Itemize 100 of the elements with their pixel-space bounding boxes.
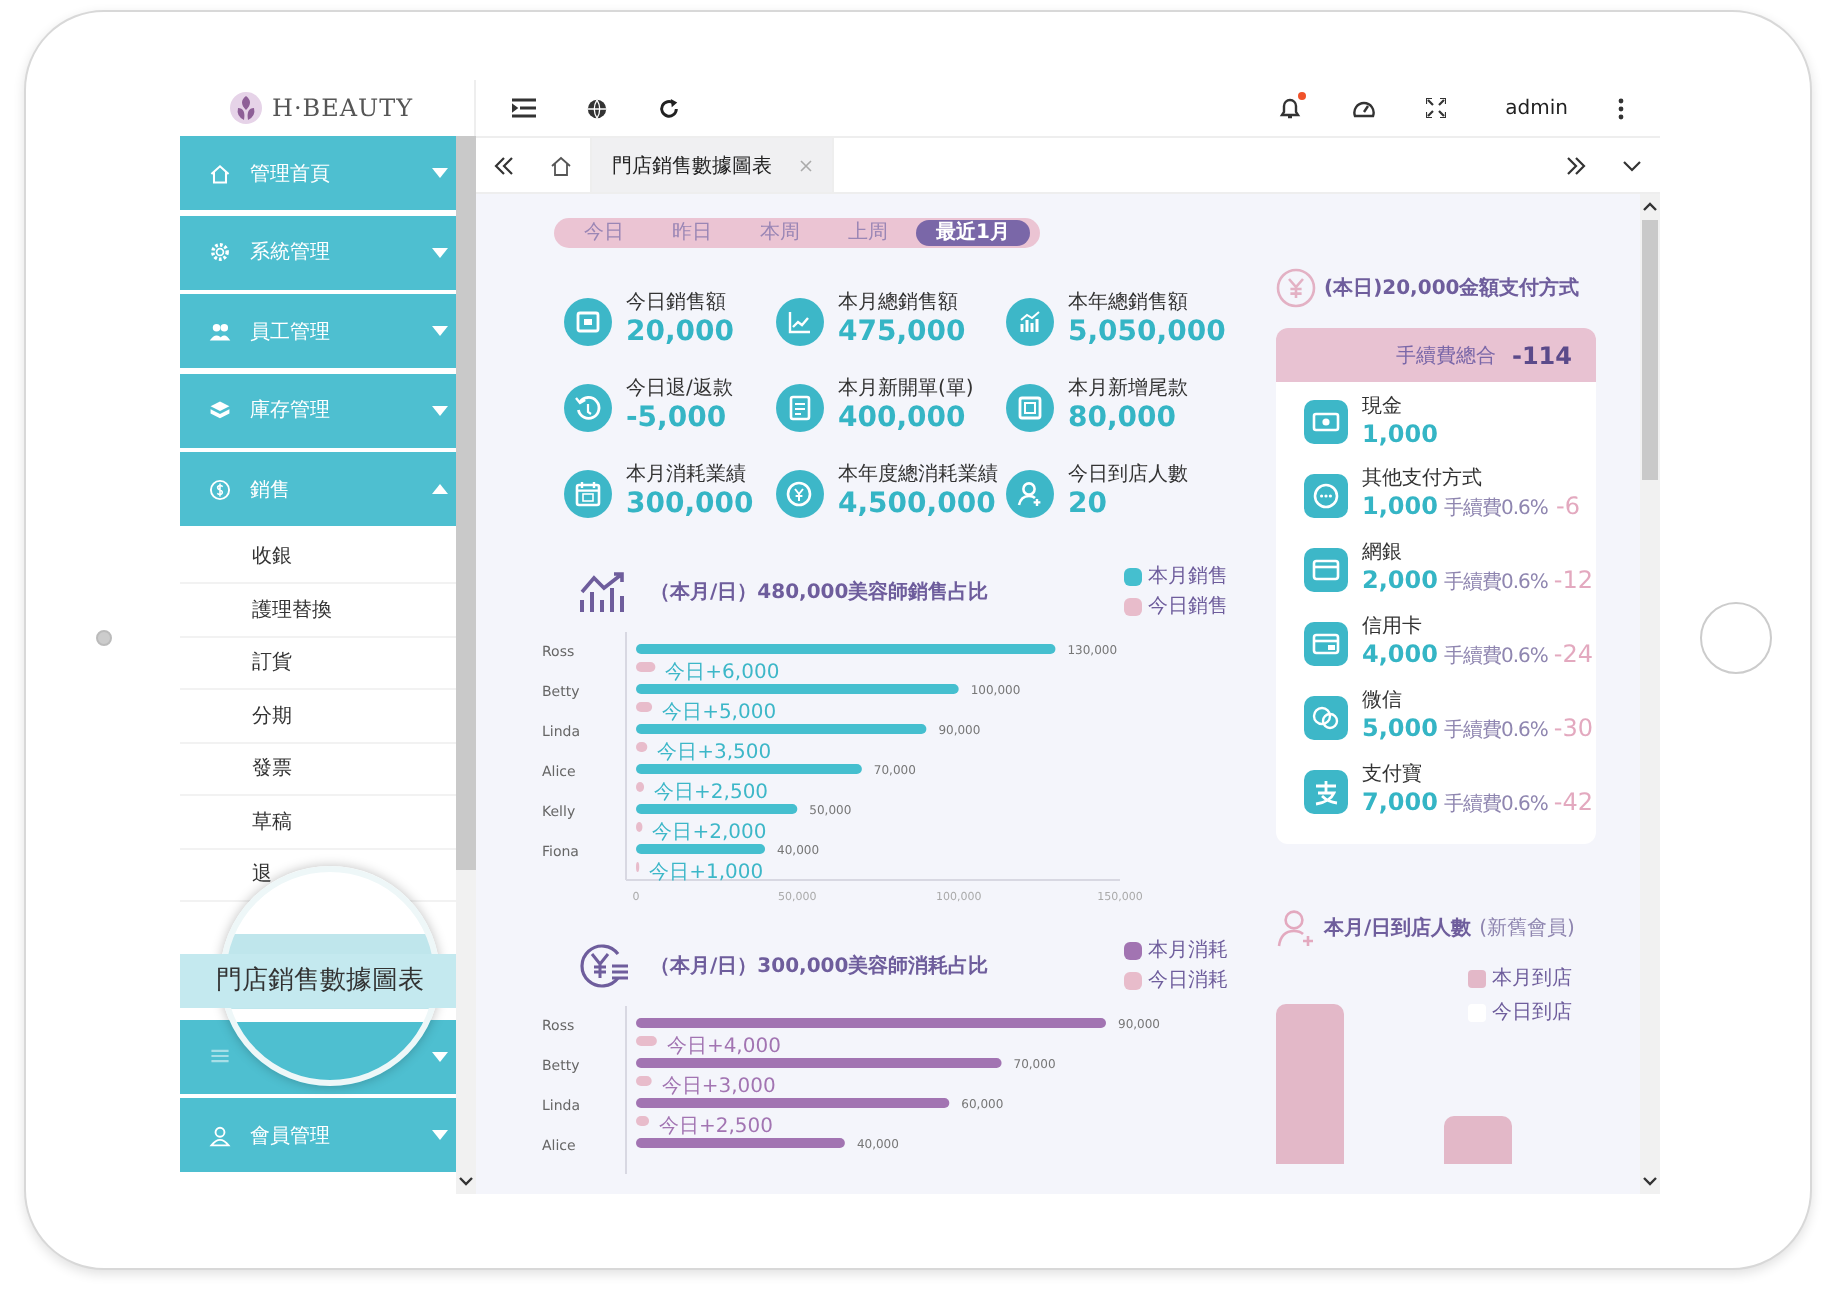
- home-icon[interactable]: [550, 155, 572, 175]
- frame-icon: [1006, 383, 1054, 431]
- coin-icon: [776, 469, 824, 517]
- payment-method-label: 信用卡: [1362, 616, 1424, 640]
- user-icon: [208, 1121, 232, 1149]
- bar: [636, 822, 643, 832]
- line-chart-icon: [776, 297, 824, 345]
- payment-amount: 4,000: [1362, 640, 1438, 668]
- scroll-down-icon[interactable]: [1642, 1176, 1658, 1188]
- chart-title: （本月/日）480,000美容師銷售占比: [650, 578, 989, 605]
- fee-amount: -24: [1553, 640, 1593, 668]
- fee-rate-label: 手續費0.6%: [1443, 495, 1548, 522]
- logo-text: H·BEAUTY: [272, 94, 414, 122]
- value-label: 今日+5,000: [662, 702, 777, 724]
- globe-icon[interactable]: [586, 97, 608, 119]
- scrollbar[interactable]: [1640, 194, 1660, 1194]
- payment-amount: 2,000: [1362, 566, 1438, 594]
- user-add-icon: [1276, 908, 1316, 948]
- gauge-icon[interactable]: [1351, 97, 1376, 119]
- calendar-icon: [564, 469, 612, 517]
- value-label: 今日+1,000: [649, 862, 764, 884]
- yen-circle-icon: [1276, 268, 1316, 308]
- bar: [636, 662, 656, 672]
- fee-amount: -12: [1553, 566, 1593, 594]
- scrollbar[interactable]: [456, 136, 476, 1194]
- section-title: 本月/日到店人數: [1324, 914, 1472, 942]
- bar: [636, 1076, 652, 1086]
- fee-rate-label: 手續費0.6%: [1443, 569, 1548, 596]
- scrollbar-thumb[interactable]: [1642, 220, 1658, 480]
- stat-label: 本月新增尾款: [1068, 378, 1188, 402]
- value-label: 今日+3,500: [657, 742, 772, 764]
- cash-icon: [1304, 400, 1348, 444]
- scroll-up-icon[interactable]: [1642, 200, 1658, 212]
- stat-value: 20: [1068, 488, 1109, 522]
- refresh-icon[interactable]: [658, 97, 680, 119]
- stat-label: 今日銷售額: [626, 292, 728, 316]
- bar: [636, 1116, 650, 1126]
- fee-total-value: -114: [1511, 341, 1572, 369]
- cash-icon: [564, 297, 612, 345]
- coin-icon: [208, 475, 232, 503]
- section-title: (本日)20,000金額支付方式: [1324, 274, 1580, 302]
- chart-title: （本月/日）300,000美容師消耗占比: [650, 952, 989, 979]
- scrollbar-thumb[interactable]: [456, 136, 476, 870]
- refund-icon: [564, 383, 612, 431]
- chevron-down-icon[interactable]: [1622, 159, 1642, 171]
- more-icon[interactable]: [1618, 97, 1624, 119]
- flower-logo-icon: [228, 90, 264, 126]
- user-name[interactable]: admin: [1505, 97, 1568, 119]
- stat-label: 本年總銷售額: [1068, 292, 1190, 316]
- payment-amount: 1,000: [1362, 492, 1438, 520]
- scroll-down-icon[interactable]: [458, 1176, 474, 1188]
- fee-amount: -30: [1553, 714, 1593, 742]
- legend-label: 本月銷售: [1148, 563, 1228, 590]
- fullscreen-icon[interactable]: [1425, 98, 1446, 118]
- payment-method-label: 現金: [1362, 396, 1404, 420]
- double-chevron-left-icon[interactable]: [494, 155, 514, 175]
- chat-bubble-icon: [1304, 473, 1348, 517]
- payment-method-label: 支付寶: [1362, 764, 1424, 788]
- stat-value: 80,000: [1068, 402, 1179, 436]
- stat-label: 今日退/返款: [626, 378, 733, 402]
- fee-total-label: 手續費總合: [1395, 343, 1496, 369]
- menu-icon[interactable]: [512, 98, 536, 118]
- value-label: 今日+6,000: [665, 662, 780, 684]
- legend-label: 今日到店: [1492, 999, 1572, 1026]
- bar-chart-icon: [1006, 297, 1054, 345]
- yen-list-icon: [578, 941, 630, 989]
- stat-label: 本年度總消耗業績: [838, 464, 998, 488]
- date-range-option[interactable]: 最近1月: [916, 220, 1030, 246]
- payment-method-label: 其他支付方式: [1362, 468, 1484, 492]
- selected-subitem[interactable]: 門店銷售數據圖表: [180, 954, 456, 1007]
- legend-label: 今日銷售: [1148, 594, 1228, 620]
- legend-label: 本月消耗: [1148, 937, 1228, 964]
- stat-label: 本月消耗業績: [626, 464, 748, 488]
- stat-label: 本月新開單(單): [838, 378, 974, 402]
- chat-bubbles-icon: [1304, 695, 1348, 739]
- fee-rate-label: 手續費0.6%: [1443, 791, 1548, 818]
- growth-chart-icon: [578, 569, 630, 613]
- value-label: 今日+2,000: [652, 822, 767, 844]
- stat-value: 400,000: [838, 402, 968, 436]
- value-label: 今日+3,000: [661, 1076, 776, 1098]
- stat-label: 今日到店人數: [1068, 464, 1188, 488]
- stat-label: 本月總銷售額: [838, 292, 960, 316]
- value-label: 今日+2,500: [654, 782, 769, 804]
- gear-icon: [208, 238, 232, 266]
- stat-value: -5,000: [626, 402, 729, 436]
- bar: [636, 782, 645, 792]
- fee-rate-label: 手續費0.6%: [1443, 643, 1548, 670]
- stat-value: 5,050,000: [1068, 316, 1226, 350]
- page-tab[interactable]: 門店銷售數據圖表: [590, 138, 834, 192]
- document-icon: [776, 383, 824, 431]
- double-chevron-right-icon[interactable]: [1566, 155, 1586, 175]
- camera-dot: [95, 629, 111, 645]
- card-icon: [1304, 621, 1348, 665]
- fee-rate-label: 手續費0.6%: [1443, 717, 1548, 744]
- bar: [636, 702, 653, 712]
- card-icon: [1304, 547, 1348, 591]
- user-add-icon: [1006, 469, 1054, 517]
- bell-icon[interactable]: [1277, 96, 1302, 120]
- stat-value: 20,000: [626, 316, 735, 350]
- box-icon: [208, 396, 232, 424]
